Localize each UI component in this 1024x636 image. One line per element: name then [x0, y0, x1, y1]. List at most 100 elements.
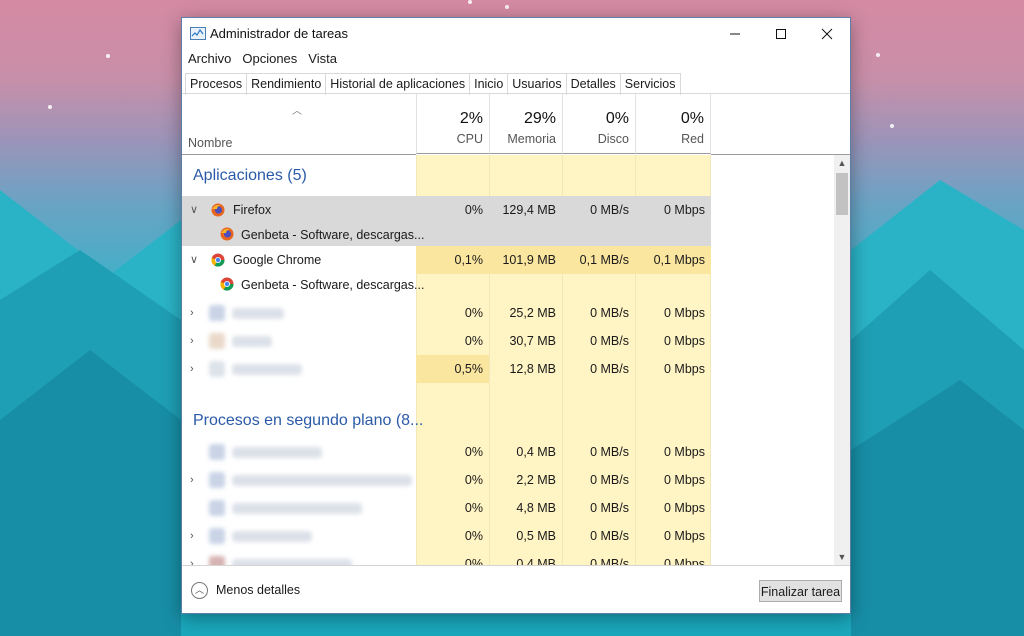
expand-chevron-icon[interactable]: › — [190, 522, 194, 550]
disk-total: 0% — [605, 110, 629, 127]
expand-chevron-icon[interactable]: › — [190, 466, 194, 494]
blurred-process-icon — [209, 500, 225, 516]
cpu-value: 0% — [464, 334, 483, 348]
process-name: Firefox — [233, 203, 272, 217]
table-row[interactable]: 0% 0,4 MB 0 MB/s 0 Mbps — [182, 438, 711, 466]
disk-value: 0 MB/s — [590, 501, 629, 515]
disk-value: 0 MB/s — [590, 473, 629, 487]
expand-chevron-icon[interactable]: › — [190, 327, 194, 355]
expand-chevron-icon[interactable]: › — [190, 299, 194, 327]
blurred-process-icon — [209, 528, 225, 544]
blurred-process-name — [232, 475, 412, 486]
cpu-value: 0% — [464, 529, 483, 543]
chrome-icon — [220, 277, 234, 291]
network-value: 0 Mbps — [664, 306, 705, 320]
collapse-chevron-icon[interactable]: ∨ — [190, 246, 198, 274]
process-name: Google Chrome — [233, 253, 322, 267]
memory-total: 29% — [523, 110, 556, 127]
close-button[interactable] — [804, 18, 850, 49]
blurred-app-name — [232, 364, 302, 375]
cpu-value: 0% — [464, 557, 483, 565]
network-value: 0 Mbps — [664, 445, 705, 459]
memory-value: 30,7 MB — [509, 334, 556, 348]
disk-value: 0,1 MB/s — [579, 253, 629, 267]
maximize-button[interactable] — [758, 18, 804, 49]
blurred-process-icon — [209, 444, 225, 460]
tab-strip: Procesos Rendimiento Historial de aplica… — [185, 73, 681, 95]
disk-value: 0 MB/s — [590, 362, 629, 376]
firefox-icon — [220, 227, 234, 241]
cpu-total: 2% — [459, 110, 483, 127]
blurred-process-icon — [209, 556, 225, 565]
collapse-chevron-icon[interactable]: ∨ — [190, 196, 198, 224]
footer-bar: ︿ Menos detalles Finalizar tarea — [182, 565, 850, 614]
sort-up-icon: ︿ — [292, 106, 302, 117]
tab-historial[interactable]: Historial de aplicaciones — [325, 73, 471, 95]
table-row[interactable]: ∨ Firefox 0% 129,4 MB 0 MB/s 0 Mbps Genb… — [182, 196, 711, 246]
blurred-app-name — [232, 308, 284, 319]
network-value: 0 Mbps — [664, 203, 705, 217]
star — [890, 124, 894, 128]
table-row[interactable]: › 0% 30,7 MB 0 MB/s 0 Mbps — [182, 327, 711, 355]
tab-usuarios[interactable]: Usuarios — [507, 73, 567, 95]
scroll-thumb[interactable] — [836, 173, 848, 215]
expand-chevron-icon[interactable]: › — [190, 550, 194, 565]
memory-value: 129,4 MB — [502, 203, 556, 217]
table-row[interactable]: › 0% 0,5 MB 0 MB/s 0 Mbps — [182, 522, 711, 550]
firefox-icon — [211, 203, 225, 217]
column-header-cpu[interactable]: 2% CPU — [416, 94, 489, 154]
menu-vista[interactable]: Vista — [303, 49, 342, 71]
tab-procesos[interactable]: Procesos — [185, 73, 248, 95]
table-row[interactable]: › 0% 25,2 MB 0 MB/s 0 Mbps — [182, 299, 711, 327]
minimize-icon — [730, 33, 740, 34]
expand-chevron-icon[interactable]: › — [190, 355, 194, 383]
chevron-up-circle-icon[interactable]: ︿ — [191, 582, 208, 599]
menu-opciones[interactable]: Opciones — [237, 49, 302, 71]
cpu-value: 0% — [464, 501, 483, 515]
table-row[interactable]: › 0% 2,2 MB 0 MB/s 0 Mbps — [182, 466, 711, 494]
table-row[interactable]: › 0% 0,4 MB 0 MB/s 0 Mbps — [182, 550, 711, 565]
group-header-apps: Aplicaciones (5) — [193, 167, 307, 184]
table-row[interactable]: › 0,5% 12,8 MB 0 MB/s 0 Mbps — [182, 355, 711, 383]
title-bar[interactable]: Administrador de tareas — [182, 18, 850, 49]
scroll-down-icon[interactable]: ▼ — [834, 549, 850, 565]
end-task-button[interactable]: Finalizar tarea — [759, 580, 842, 602]
network-value: 0 Mbps — [664, 362, 705, 376]
minimize-button[interactable] — [712, 18, 758, 49]
task-manager-window: Administrador de tareas Archivo Opciones… — [181, 17, 851, 614]
group-header-background: Procesos en segundo plano (8... — [193, 412, 424, 429]
task-manager-icon — [190, 27, 206, 40]
tab-servicios[interactable]: Servicios — [619, 73, 681, 95]
network-value: 0 Mbps — [664, 529, 705, 543]
disk-value: 0 MB/s — [590, 529, 629, 543]
star — [48, 105, 52, 109]
column-label-memory: Memoria — [507, 132, 556, 146]
menu-archivo[interactable]: Archivo — [183, 49, 236, 71]
scroll-up-icon[interactable]: ▲ — [834, 155, 850, 171]
disk-value: 0 MB/s — [590, 557, 629, 565]
table-row[interactable]: 0% 4,8 MB 0 MB/s 0 Mbps — [182, 494, 711, 522]
table-row[interactable]: ∨ Google Chrome 0,1% 101,9 MB 0,1 MB/s 0… — [182, 246, 711, 296]
column-header-empty — [711, 94, 850, 155]
star — [505, 5, 509, 9]
blurred-app-name — [232, 336, 272, 347]
disk-value: 0 MB/s — [590, 334, 629, 348]
network-total: 0% — [680, 110, 704, 127]
column-header-disk[interactable]: 0% Disco — [562, 94, 635, 154]
column-header-network[interactable]: 0% Red — [635, 94, 711, 154]
cpu-value: 0,5% — [454, 362, 484, 376]
vertical-scrollbar[interactable]: ▲ ▼ — [834, 155, 850, 565]
menu-bar: Archivo Opciones Vista — [182, 49, 342, 71]
column-header-name[interactable]: ︿ Nombre — [182, 94, 416, 155]
tab-inicio[interactable]: Inicio — [469, 73, 509, 95]
process-list: Aplicaciones (5) ∨ Firefox 0% 129,4 MB 0… — [182, 155, 834, 565]
memory-value: 12,8 MB — [509, 362, 556, 376]
column-header-memory[interactable]: 29% Memoria — [489, 94, 562, 154]
tab-rendimiento[interactable]: Rendimiento — [246, 73, 327, 95]
memory-value: 2,2 MB — [516, 473, 556, 487]
memory-value: 25,2 MB — [509, 306, 556, 320]
tab-detalles[interactable]: Detalles — [565, 73, 621, 95]
memory-value: 0,5 MB — [516, 529, 556, 543]
column-label-disk: Disco — [597, 132, 629, 146]
less-details-link[interactable]: Menos detalles — [216, 583, 300, 597]
